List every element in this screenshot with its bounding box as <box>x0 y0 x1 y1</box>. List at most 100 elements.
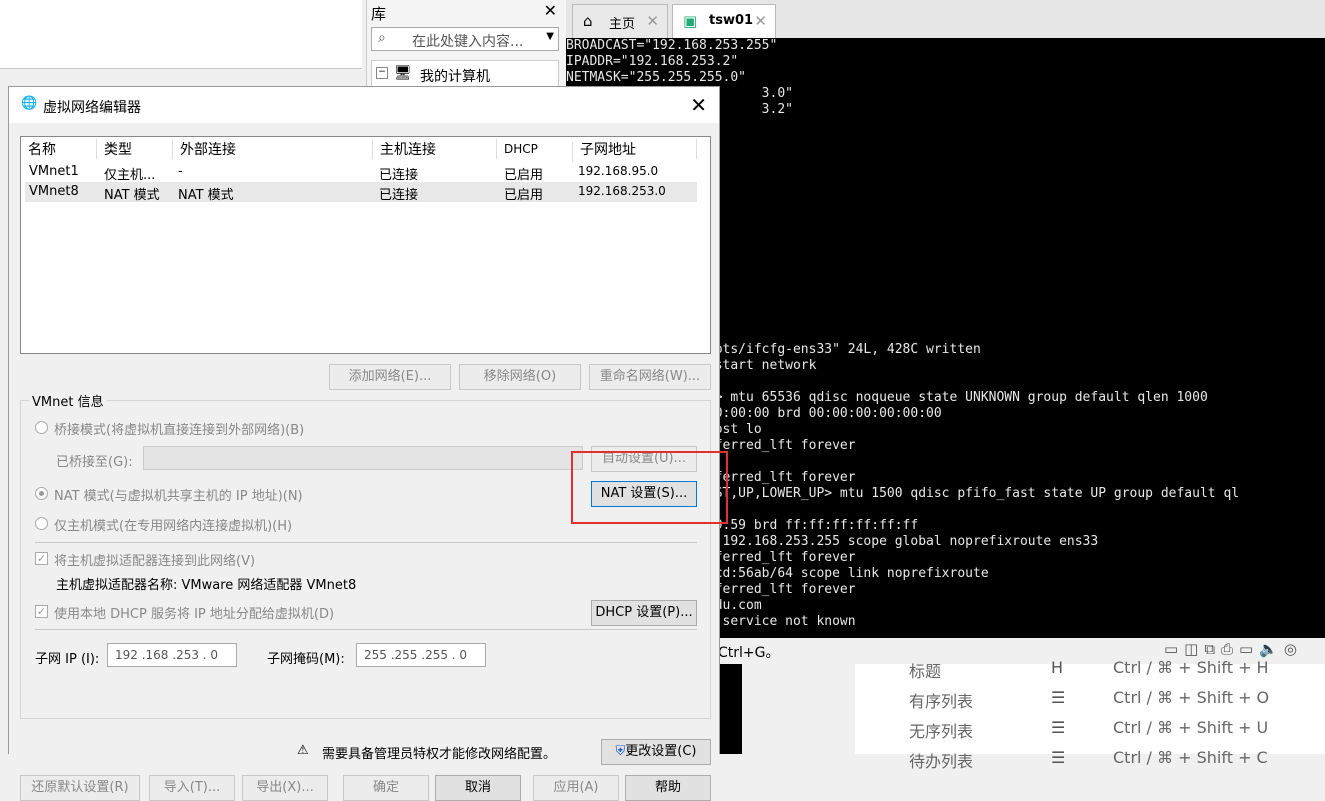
terminal-line: IPADDR="192.168.253.2" <box>566 54 739 69</box>
cell: 192.168.253.0 <box>578 184 666 198</box>
cell: - <box>178 164 183 179</box>
cell: 192.168.95.0 <box>578 164 659 178</box>
highlight-annotation <box>571 451 728 524</box>
shortcut-name: 待办列表 <box>909 752 974 771</box>
search-placeholder: 在此处键入内容... <box>412 34 524 50</box>
vmnet-info-group: VMnet 信息 桥接模式(将虚拟机直接连接到外部网络)(B) 已桥接至(G):… <box>20 391 711 719</box>
shortcut-keys: Ctrl / ⌘ + Shift + O <box>1113 688 1270 707</box>
shortcut-name: 无序列表 <box>909 722 974 741</box>
tab-label: 主页 <box>609 17 636 32</box>
shortcut-row: 待办列表 ☰ Ctrl / ⌘ + Shift + C <box>855 748 1325 778</box>
vmnet-info-label: VMnet 信息 <box>29 391 107 410</box>
subnet-ip-label: 子网 IP (I): <box>35 652 100 667</box>
status-hint: Ctrl+G。 <box>718 645 780 661</box>
device-icons[interactable]: ▭◫⧉⎙▭🔈◎ <box>1164 640 1303 658</box>
home-icon: ⌂ <box>583 12 593 30</box>
background-pane <box>0 0 362 69</box>
computer-icon: 🖥 <box>394 65 412 81</box>
cell: NAT 模式 <box>178 188 234 203</box>
close-icon[interactable]: ✕ <box>544 1 557 20</box>
cell: 已连接 <box>379 168 419 183</box>
admin-notice: 需要具备管理员特权才能修改网络配置。 <box>322 747 557 762</box>
terminal-line: BROADCAST="192.168.253.255" <box>566 38 778 53</box>
vm-icon: ▣ <box>683 12 698 30</box>
ok-button[interactable]: 确定 <box>343 775 429 801</box>
shortcut-icon: ☰ <box>1051 718 1066 737</box>
column-header[interactable]: 类型 <box>97 139 173 159</box>
dialog-titlebar: 🌐 虚拟网络编辑器 ✕ <box>9 87 719 123</box>
network-globe-icon: 🌐 <box>21 96 38 111</box>
dhcp-settings-button[interactable]: DHCP 设置(P)... <box>591 600 697 626</box>
shortcut-name: 有序列表 <box>909 692 974 711</box>
tab-bar: ⌂ 主页 ✕ ▣ tsw01 ✕ <box>566 0 1325 38</box>
table-row[interactable]: VMnet8 NAT 模式 NAT 模式 已连接 已启用 192.168.253… <box>25 182 697 203</box>
terminal-line: NETMASK="255.255.255.0" <box>566 70 747 85</box>
cell: 已启用 <box>504 188 544 203</box>
shortcut-keys: Ctrl / ⌘ + Shift + C <box>1113 748 1268 767</box>
tab-tsw01[interactable]: ▣ tsw01 ✕ <box>672 4 776 38</box>
virtual-network-editor-dialog: 🌐 虚拟网络编辑器 ✕ 名称 类型 外部连接 主机连接 DHCP 子网地址 VM… <box>8 86 720 801</box>
subnet-mask-label: 子网掩码(M): <box>267 652 345 667</box>
shortcut-row: 标题 H Ctrl / ⌘ + Shift + H <box>855 658 1325 688</box>
close-icon[interactable]: ✕ <box>646 12 659 30</box>
collapse-icon[interactable]: − <box>376 67 388 79</box>
connect-adapter-label: 将主机虚拟适配器连接到此网络(V) <box>54 554 256 569</box>
library-title: 库 <box>371 5 387 23</box>
export-button[interactable]: 导出(X)... <box>242 775 328 801</box>
tab-label: tsw01 <box>709 13 754 28</box>
network-table: 名称 类型 外部连接 主机连接 DHCP 子网地址 VMnet1 仅主机... … <box>20 136 711 354</box>
bridge-mode-radio[interactable] <box>35 421 48 434</box>
add-network-button[interactable]: 添加网络(E)... <box>329 364 451 390</box>
search-icon: ⌕ <box>378 30 386 46</box>
rename-network-button[interactable]: 重命名网络(W)... <box>589 364 711 390</box>
connect-adapter-checkbox[interactable]: ✓ <box>35 552 48 565</box>
shortcut-list: 标题 H Ctrl / ⌘ + Shift + H 有序列表 ☰ Ctrl / ⌘ + S… <box>855 658 1325 771</box>
apply-button[interactable]: 应用(A) <box>533 775 619 801</box>
shortcut-icon: ☰ <box>1051 688 1066 707</box>
bridged-to-select[interactable] <box>143 446 583 470</box>
shortcut-row: 无序列表 ☰ Ctrl / ⌘ + Shift + U <box>855 718 1325 748</box>
shortcut-icon: H <box>1051 658 1064 677</box>
library-panel: 库 ✕ ⌕ 在此处键入内容... ▼ − 🖥 我的计算机 <box>366 0 567 100</box>
restore-defaults-button[interactable]: 还原默认设置(R) <box>20 775 140 801</box>
cell: VMnet1 <box>29 164 79 179</box>
column-header[interactable]: DHCP <box>497 142 573 162</box>
nat-mode-radio[interactable] <box>35 487 48 500</box>
cell: 仅主机... <box>104 168 156 183</box>
adapter-name-label: 主机虚拟适配器名称: VMware 网络适配器 VMnet8 <box>56 578 357 593</box>
table-row[interactable]: VMnet1 仅主机... - 已连接 已启用 192.168.95.0 <box>25 162 697 183</box>
divider <box>35 629 697 630</box>
chevron-down-icon[interactable]: ▼ <box>546 31 554 42</box>
cell: 已连接 <box>379 188 419 203</box>
subnet-mask-input[interactable]: 255 .255 .255 . 0 <box>356 643 486 667</box>
warning-icon: ⚠ <box>297 743 309 758</box>
close-icon[interactable]: ✕ <box>690 93 707 117</box>
host-only-radio[interactable] <box>35 517 48 530</box>
close-icon[interactable]: ✕ <box>754 12 767 30</box>
shortcut-keys: Ctrl / ⌘ + Shift + U <box>1113 718 1269 737</box>
subnet-ip-input[interactable]: 192 .168 .253 . 0 <box>107 643 237 667</box>
nat-mode-label: NAT 模式(与虚拟机共享主机的 IP 地址)(N) <box>54 489 303 504</box>
column-header[interactable]: 外部连接 <box>173 139 373 159</box>
tab-home[interactable]: ⌂ 主页 ✕ <box>572 4 668 38</box>
tree-item-my-computer[interactable]: 我的计算机 <box>420 66 490 86</box>
cell: NAT 模式 <box>104 188 160 203</box>
remove-network-button[interactable]: 移除网络(O) <box>459 364 581 390</box>
column-header[interactable]: 子网地址 <box>573 139 697 159</box>
bridge-mode-label: 桥接模式(将虚拟机直接连接到外部网络)(B) <box>54 423 305 438</box>
use-dhcp-label: 使用本地 DHCP 服务将 IP 地址分配给虚拟机(D) <box>54 607 335 622</box>
bridged-to-label: 已桥接至(G): <box>56 455 133 470</box>
divider <box>35 542 697 543</box>
shortcut-name: 标题 <box>909 662 942 681</box>
use-dhcp-checkbox[interactable]: ✓ <box>35 605 48 618</box>
help-button[interactable]: 帮助 <box>625 775 711 801</box>
console-edge <box>720 664 742 754</box>
column-header[interactable]: 主机连接 <box>373 139 497 159</box>
change-settings-button[interactable]: ⛨更改设置(C) <box>601 739 711 765</box>
import-button[interactable]: 导入(T)... <box>149 775 235 801</box>
shortcut-row: 有序列表 ☰ Ctrl / ⌘ + Shift + O <box>855 688 1325 718</box>
cancel-button[interactable]: 取消 <box>435 775 521 801</box>
column-header[interactable]: 名称 <box>21 139 97 159</box>
library-search-input[interactable]: ⌕ 在此处键入内容... ▼ <box>371 27 559 51</box>
host-only-label: 仅主机模式(在专用网络内连接虚拟机)(H) <box>54 519 293 534</box>
